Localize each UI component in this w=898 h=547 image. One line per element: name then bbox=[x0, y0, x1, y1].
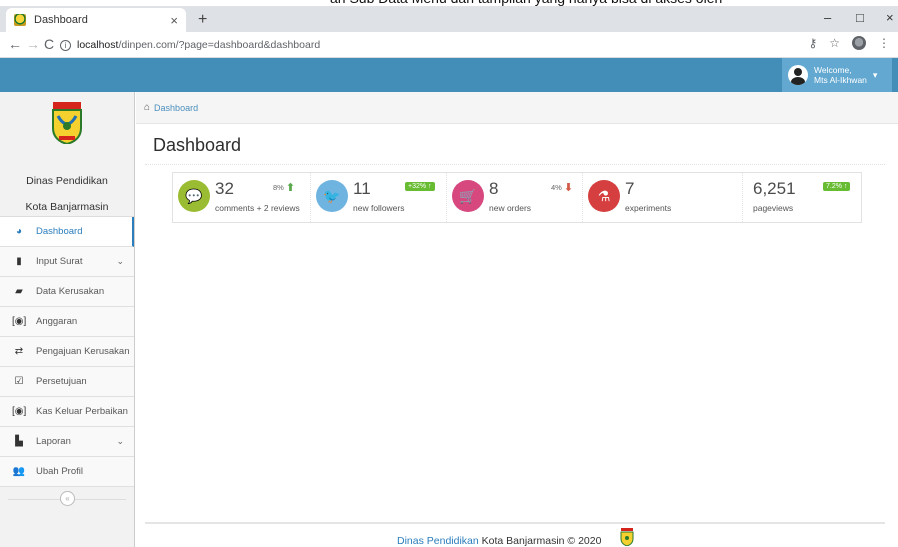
caret-down-icon: ▾ bbox=[872, 69, 878, 80]
sidebar-item-label: Kas Keluar Perbaikan bbox=[36, 406, 128, 417]
infobox-caption: experiments bbox=[625, 203, 672, 213]
sidebar-item-label: Data Kerusakan bbox=[36, 286, 105, 297]
footer: Dinas Pendidikan Kota Banjarmasin © 2020 bbox=[145, 522, 885, 547]
chevron-down-icon: ⌄ bbox=[116, 436, 124, 446]
home-icon[interactable]: ⌂ bbox=[144, 102, 150, 113]
footer-org: Dinas Pendidikan bbox=[397, 535, 479, 547]
twitter-icon: 🐦 bbox=[316, 180, 348, 212]
sidebar-item-label: Persetujuan bbox=[36, 376, 87, 387]
sidebar-item-label: Input Surat bbox=[36, 256, 83, 267]
infobox-caption: comments + 2 reviews bbox=[215, 203, 300, 213]
infobox-orders: 🛒 8 new orders 4% ⬇ bbox=[447, 173, 583, 222]
breadcrumb: ⌂ Dashboard bbox=[136, 92, 898, 124]
url-path: /dinpen.com/?page=dashboard&dashboard bbox=[118, 39, 321, 51]
user-avatar-icon bbox=[788, 65, 808, 85]
sidebar-item-label: Ubah Profil bbox=[36, 466, 83, 477]
sidebar-item-label: Anggaran bbox=[36, 316, 78, 327]
infobox-container: 💬 32 comments + 2 reviews 8% ⬆ 🐦 11 new … bbox=[172, 172, 862, 223]
infobox-badge: +32% ↑ bbox=[405, 182, 435, 191]
sidebar-item-anggaran[interactable]: [◉] Anggaran bbox=[0, 307, 134, 337]
forward-arrow-icon[interactable]: → bbox=[26, 36, 40, 52]
page-title: Dashboard bbox=[153, 135, 242, 155]
app-navbar: Welcome, Mts Al-Ikhwan ▾ bbox=[0, 58, 898, 92]
key-icon[interactable]: ⚷ bbox=[808, 36, 817, 50]
comments-icon: 💬 bbox=[178, 180, 210, 212]
sidebar-item-label: Pengajuan Kerusakan bbox=[36, 346, 130, 357]
star-icon[interactable]: ☆ bbox=[829, 36, 840, 50]
username: Mts Al-Ikhwan bbox=[814, 75, 867, 85]
footer-copyright: Kota Banjarmasin © 2020 bbox=[481, 535, 602, 547]
infobox-badge: 7.2% ↑ bbox=[823, 182, 851, 191]
breadcrumb-dashboard-link[interactable]: Dashboard bbox=[154, 103, 198, 113]
sidebar-brand: Dinas Pendidikan Kota Banjarmasin bbox=[0, 92, 134, 217]
reload-icon[interactable]: C bbox=[44, 36, 54, 52]
sidebar-item-label: Dashboard bbox=[36, 226, 83, 237]
brand-name-line1: Dinas Pendidikan bbox=[26, 175, 108, 187]
sidebar-item-input-surat[interactable]: ▮ Input Surat ⌄ bbox=[0, 247, 134, 277]
infobox-percent: 8% bbox=[273, 183, 284, 192]
infobox-percent: 4% bbox=[551, 183, 562, 192]
new-tab-button[interactable]: + bbox=[198, 11, 207, 29]
close-window-button[interactable]: × bbox=[886, 10, 894, 25]
exchange-icon: ⇄ bbox=[14, 346, 24, 357]
minimize-button[interactable]: – bbox=[824, 10, 831, 25]
browser-tab[interactable]: Dashboard × bbox=[6, 8, 186, 32]
sidebar-item-label: Laporan bbox=[36, 436, 71, 447]
infobox-followers: 🐦 11 new followers +32% ↑ bbox=[311, 173, 447, 222]
url-host: localhost bbox=[77, 39, 119, 51]
money-icon: [◉] bbox=[12, 406, 27, 417]
sidebar-item-laporan[interactable]: ▙ Laporan ⌄ bbox=[0, 427, 134, 457]
infobox-number: 32 bbox=[215, 179, 234, 198]
folder-open-icon: ▰ bbox=[15, 286, 23, 297]
money-icon: [◉] bbox=[12, 316, 27, 327]
sidebar: Dinas Pendidikan Kota Banjarmasin ◕ Dash… bbox=[0, 92, 135, 547]
welcome-text: Welcome, bbox=[814, 65, 852, 75]
tab-close-icon[interactable]: × bbox=[170, 13, 178, 28]
infobox-number: 6,251 bbox=[753, 179, 796, 198]
title-divider bbox=[145, 164, 885, 165]
back-arrow-icon[interactable]: ← bbox=[8, 36, 22, 52]
favicon-icon bbox=[14, 14, 26, 26]
url-bar[interactable]: i localhost/dinpen.com/?page=dashboard&d… bbox=[60, 35, 780, 55]
user-menu[interactable]: Welcome, Mts Al-Ikhwan ▾ bbox=[782, 58, 892, 92]
sidebar-item-ubah-profil[interactable]: 👥 Ubah Profil bbox=[0, 457, 134, 487]
menu-icon[interactable]: ⋮ bbox=[878, 36, 890, 50]
chevron-down-icon: ⌄ bbox=[116, 256, 124, 266]
infobox-number: 11 bbox=[353, 179, 371, 198]
maximize-button[interactable]: □ bbox=[856, 10, 864, 25]
info-icon[interactable]: i bbox=[60, 39, 71, 51]
sidebar-item-pengajuan-kerusakan[interactable]: ⇄ Pengajuan Kerusakan bbox=[0, 337, 134, 367]
flask-icon: ⚗ bbox=[588, 180, 620, 212]
infobox-comments: 💬 32 comments + 2 reviews 8% ⬆ bbox=[173, 173, 311, 222]
city-logo bbox=[52, 102, 82, 146]
sidebar-item-persetujuan[interactable]: ☑ Persetujuan bbox=[0, 367, 134, 397]
extension-icon[interactable] bbox=[852, 36, 866, 50]
infobox-experiments: ⚗ 7 experiments bbox=[583, 173, 743, 222]
infobox-caption: pageviews bbox=[753, 203, 794, 213]
infobox-pageviews: 6,251 pageviews 7.2% ↑ bbox=[743, 173, 861, 222]
check-square-icon: ☑ bbox=[14, 376, 24, 387]
arrow-up-icon: ⬆ bbox=[285, 182, 296, 194]
tachometer-icon: ◕ bbox=[15, 226, 23, 237]
file-icon: ▮ bbox=[16, 256, 22, 267]
infobox-number: 8 bbox=[489, 179, 499, 198]
sidebar-item-dashboard[interactable]: ◕ Dashboard bbox=[0, 217, 134, 247]
infobox-caption: new followers bbox=[353, 203, 405, 213]
arrow-down-icon: ⬇ bbox=[563, 182, 574, 194]
sidebar-item-data-kerusakan[interactable]: ▰ Data Kerusakan bbox=[0, 277, 134, 307]
browser-tabbar: Dashboard × + – □ × bbox=[0, 6, 898, 32]
shopping-cart-icon: 🛒 bbox=[452, 180, 484, 212]
footer-logo bbox=[620, 528, 634, 546]
users-icon: 👥 bbox=[12, 466, 26, 477]
collapse-sidebar-button[interactable]: « bbox=[60, 491, 75, 506]
infobox-number: 7 bbox=[625, 179, 635, 198]
book-icon: ▙ bbox=[15, 436, 23, 447]
infobox-caption: new orders bbox=[489, 203, 532, 213]
sidebar-collapse-row: « bbox=[0, 487, 134, 511]
tab-title: Dashboard bbox=[34, 14, 88, 26]
sidebar-item-kas-keluar-perbaikan[interactable]: [◉] Kas Keluar Perbaikan bbox=[0, 397, 134, 427]
brand-name-line2: Kota Banjarmasin bbox=[25, 201, 109, 213]
browser-toolbar: ← → C i localhost/dinpen.com/?page=dashb… bbox=[0, 32, 898, 58]
